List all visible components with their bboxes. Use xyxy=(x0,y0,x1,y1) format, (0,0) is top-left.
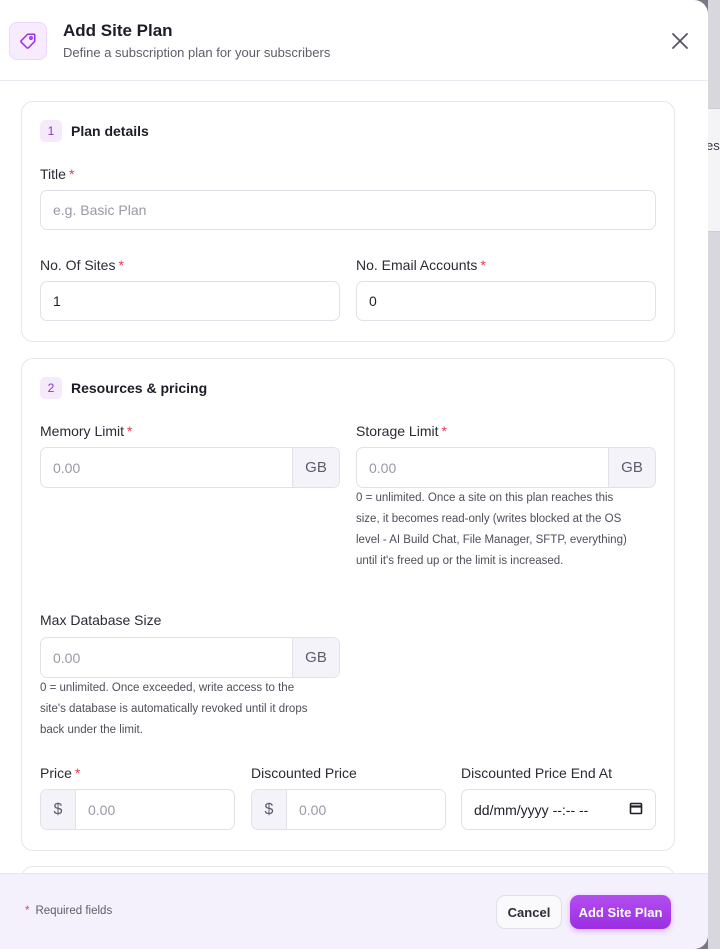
tag-icon xyxy=(9,22,47,60)
discount-end-date-input[interactable]: dd/mm/yyyy --:-- -- xyxy=(461,789,656,830)
max-database-help: 0 = unlimited. Once exceeded, write acce… xyxy=(40,678,350,741)
modal-title: Add Site Plan xyxy=(63,21,173,40)
price-input[interactable]: $ 0.00 xyxy=(40,789,235,830)
storage-limit-input[interactable]: 0.00 GB xyxy=(356,447,656,488)
storage-limit-field[interactable]: 0.00 xyxy=(357,448,608,487)
section-header: 1 Plan details xyxy=(40,120,149,142)
unit-addon: GB xyxy=(292,638,339,677)
unit-addon: GB xyxy=(292,448,339,487)
unit-addon: GB xyxy=(608,448,655,487)
plan-details-card: 1 Plan details Title * e.g. Basic Plan No… xyxy=(21,101,675,342)
max-database-label: Max Database Size xyxy=(40,612,162,628)
help-line: size, it becomes read-only (writes block… xyxy=(356,513,622,525)
discount-end-label: Discounted Price End At xyxy=(461,765,612,781)
required-asterisk: * xyxy=(68,166,75,182)
background-peek-text: es xyxy=(706,138,720,153)
required-asterisk: * xyxy=(127,423,133,439)
email-accounts-input[interactable]: 0 xyxy=(356,281,656,321)
required-asterisk: * xyxy=(441,423,447,439)
add-site-plan-button[interactable]: Add Site Plan xyxy=(570,895,671,929)
add-site-plan-modal: Add Site Plan Define a subscription plan… xyxy=(0,0,708,949)
cancel-button[interactable]: Cancel xyxy=(496,895,562,929)
section-title: Resources & pricing xyxy=(71,380,208,396)
sites-label: No. Of Sites * xyxy=(40,257,124,273)
title-label: Title * xyxy=(40,166,75,182)
date-value: dd/mm/yyyy --:-- -- xyxy=(474,801,589,818)
storage-limit-label: Storage Limit * xyxy=(356,423,447,439)
modal-header: Add Site Plan Define a subscription plan… xyxy=(0,0,708,81)
sites-input[interactable]: 1 xyxy=(40,281,340,321)
required-asterisk: * xyxy=(480,257,486,273)
max-database-input[interactable]: 0.00 GB xyxy=(40,637,340,678)
close-icon[interactable] xyxy=(668,29,692,53)
required-asterisk: * xyxy=(25,905,30,917)
help-line: back under the limit. xyxy=(40,724,143,736)
calendar-icon[interactable] xyxy=(629,801,643,818)
section-number: 1 xyxy=(40,120,62,142)
background-card xyxy=(708,108,720,232)
section-header: 2 Resources & pricing xyxy=(40,377,207,399)
currency-prefix: $ xyxy=(41,790,76,829)
required-asterisk: * xyxy=(118,257,124,273)
price-field[interactable]: 0.00 xyxy=(76,790,234,829)
max-database-field[interactable]: 0.00 xyxy=(41,638,292,677)
help-line: 0 = unlimited. Once exceeded, write acce… xyxy=(40,682,295,694)
section-title: Plan details xyxy=(71,123,149,139)
required-asterisk: * xyxy=(74,765,81,781)
help-line: 0 = unlimited. Once a site on this plan … xyxy=(356,492,614,504)
memory-limit-input[interactable]: 0.00 GB xyxy=(40,447,340,488)
help-line: until it's freed up or the limit is incr… xyxy=(356,555,564,567)
modal-subtitle: Define a subscription plan for your subs… xyxy=(63,45,331,60)
memory-limit-label: Memory Limit * xyxy=(40,423,133,439)
discounted-price-field[interactable]: 0.00 xyxy=(287,790,445,829)
price-label: Price * xyxy=(40,765,81,781)
currency-prefix: $ xyxy=(252,790,287,829)
help-line: site's database is automatically revoked… xyxy=(40,703,308,715)
storage-limit-help: 0 = unlimited. Once a site on this plan … xyxy=(356,488,666,572)
required-fields-note: * Required fields xyxy=(25,905,113,917)
discounted-price-input[interactable]: $ 0.00 xyxy=(251,789,446,830)
email-accounts-label: No. Email Accounts * xyxy=(356,257,486,273)
modal-footer: * Required fields Cancel Add Site Plan xyxy=(0,873,708,949)
memory-limit-field[interactable]: 0.00 xyxy=(41,448,292,487)
section-number: 2 xyxy=(40,377,62,399)
resources-pricing-card: 2 Resources & pricing Memory Limit * 0.00… xyxy=(21,358,675,851)
help-line: level - AI Build Chat, File Manager, SFT… xyxy=(356,534,627,546)
discounted-price-label: Discounted Price xyxy=(251,765,357,781)
title-input[interactable]: e.g. Basic Plan xyxy=(40,190,656,230)
